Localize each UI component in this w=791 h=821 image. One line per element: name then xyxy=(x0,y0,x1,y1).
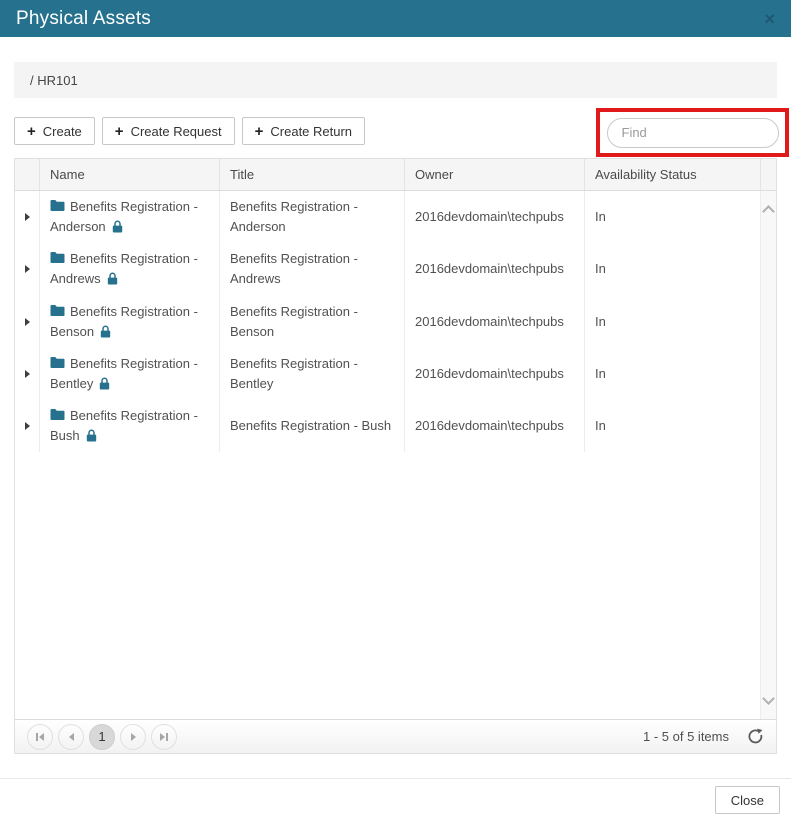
scroll-down-icon[interactable] xyxy=(762,692,775,705)
table-header-row: Name Title Owner Availability Status xyxy=(15,159,776,191)
asset-name: Benefits Registration - Anderson xyxy=(50,199,198,234)
table-row[interactable]: Benefits Registration - Benson Benefits … xyxy=(15,296,776,348)
page-1-button[interactable]: 1 xyxy=(89,724,115,750)
column-header-spacer xyxy=(760,159,776,190)
expand-arrow-icon[interactable] xyxy=(25,318,30,326)
column-header-title[interactable]: Title xyxy=(219,159,404,190)
vertical-scrollbar[interactable] xyxy=(760,191,776,719)
create-return-button[interactable]: + Create Return xyxy=(242,117,365,145)
breadcrumb-path[interactable]: / HR101 xyxy=(30,73,78,88)
asset-name: Benefits Registration - Benson xyxy=(50,304,198,339)
plus-icon: + xyxy=(27,124,36,139)
previous-page-button[interactable] xyxy=(58,724,84,750)
previous-page-icon xyxy=(69,733,74,741)
cell-status: In xyxy=(584,243,760,295)
cell-status: In xyxy=(584,400,760,452)
asset-name: Benefits Registration - Bentley xyxy=(50,356,198,391)
close-icon[interactable]: × xyxy=(764,10,775,28)
dialog-title: Physical Assets xyxy=(16,8,151,30)
lock-icon xyxy=(80,426,97,446)
items-count-label: 1 - 5 of 5 items xyxy=(643,729,729,744)
last-page-button[interactable] xyxy=(151,724,177,750)
refresh-button[interactable] xyxy=(747,728,764,745)
expand-arrow-icon[interactable] xyxy=(25,265,30,273)
cell-owner: 2016devdomain\techpubs xyxy=(404,400,584,452)
folder-icon xyxy=(50,354,70,374)
cell-title: Benefits Registration - Anderson xyxy=(219,191,404,243)
next-page-button[interactable] xyxy=(120,724,146,750)
lock-icon xyxy=(101,269,118,289)
asset-name: Benefits Registration - Andrews xyxy=(50,251,198,286)
cell-status: In xyxy=(584,296,760,348)
cell-owner: 2016devdomain\techpubs xyxy=(404,191,584,243)
dialog-titlebar: Physical Assets × xyxy=(0,0,791,37)
table-row[interactable]: Benefits Registration - Anderson Benefit… xyxy=(15,191,776,243)
cell-owner: 2016devdomain\techpubs xyxy=(404,348,584,400)
expand-cell[interactable] xyxy=(15,348,39,400)
cell-status: In xyxy=(584,348,760,400)
lock-icon xyxy=(94,322,111,342)
assets-table: Name Title Owner Availability Status Ben… xyxy=(14,158,777,754)
last-page-icon xyxy=(160,733,165,741)
expand-arrow-icon[interactable] xyxy=(25,370,30,378)
cell-title: Benefits Registration - Benson xyxy=(219,296,404,348)
cell-owner: 2016devdomain\techpubs xyxy=(404,243,584,295)
expand-cell[interactable] xyxy=(15,243,39,295)
close-button[interactable]: Close xyxy=(715,786,780,814)
plus-icon: + xyxy=(255,124,264,139)
folder-icon xyxy=(50,406,70,426)
cell-title: Benefits Registration - Bentley xyxy=(219,348,404,400)
first-page-icon xyxy=(39,733,44,741)
cell-name: Benefits Registration - Bush xyxy=(39,400,219,452)
cell-title: Benefits Registration - Bush xyxy=(219,400,404,452)
cell-owner: 2016devdomain\techpubs xyxy=(404,296,584,348)
table-row[interactable]: Benefits Registration - Bush Benefits Re… xyxy=(15,400,776,452)
pagination-bar: 1 1 - 5 of 5 items xyxy=(15,719,776,753)
cell-name: Benefits Registration - Bentley xyxy=(39,348,219,400)
expand-cell[interactable] xyxy=(15,400,39,452)
lock-icon xyxy=(106,217,123,237)
table-row[interactable]: Benefits Registration - Andrews Benefits… xyxy=(15,243,776,295)
annotation-highlight xyxy=(596,108,789,157)
expand-cell[interactable] xyxy=(15,191,39,243)
cell-status: In xyxy=(584,191,760,243)
scroll-up-icon[interactable] xyxy=(762,205,775,218)
find-input[interactable] xyxy=(607,118,779,148)
expand-cell[interactable] xyxy=(15,296,39,348)
table-body: Benefits Registration - Anderson Benefit… xyxy=(15,191,776,719)
folder-icon xyxy=(50,302,70,322)
folder-icon xyxy=(50,197,70,217)
next-page-icon xyxy=(131,733,136,741)
column-header-status[interactable]: Availability Status xyxy=(584,159,760,190)
create-button[interactable]: + Create xyxy=(14,117,95,145)
cell-name: Benefits Registration - Anderson xyxy=(39,191,219,243)
asset-name: Benefits Registration - Bush xyxy=(50,408,198,443)
column-header-name[interactable]: Name xyxy=(39,159,219,190)
refresh-icon xyxy=(747,728,764,745)
breadcrumb[interactable]: / HR101 xyxy=(14,62,777,98)
table-row[interactable]: Benefits Registration - Bentley Benefits… xyxy=(15,348,776,400)
plus-icon: + xyxy=(115,124,124,139)
create-request-button[interactable]: + Create Request xyxy=(102,117,235,145)
expand-arrow-icon[interactable] xyxy=(25,422,30,430)
physical-assets-dialog: Physical Assets × / HR101 + Create + Cre… xyxy=(0,0,791,754)
column-header-expand xyxy=(15,159,39,190)
cell-name: Benefits Registration - Andrews xyxy=(39,243,219,295)
folder-icon xyxy=(50,249,70,269)
expand-arrow-icon[interactable] xyxy=(25,213,30,221)
footer-divider xyxy=(0,778,791,779)
first-page-button[interactable] xyxy=(27,724,53,750)
column-header-owner[interactable]: Owner xyxy=(404,159,584,190)
lock-icon xyxy=(93,374,110,394)
cell-title: Benefits Registration - Andrews xyxy=(219,243,404,295)
cell-name: Benefits Registration - Benson xyxy=(39,296,219,348)
